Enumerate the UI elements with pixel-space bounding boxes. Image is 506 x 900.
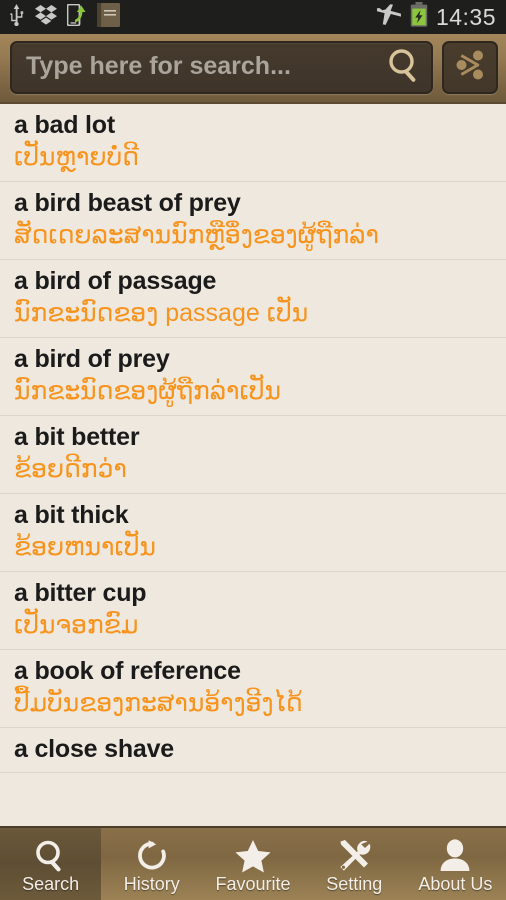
entry-translation: ເປັນຫຼາຍບໍ່ດີ	[14, 143, 139, 171]
entry-term: a bit better	[14, 423, 140, 451]
status-bar-left-icons	[8, 2, 120, 32]
status-bar-right-icons: 14:35	[376, 2, 496, 32]
search-field-container[interactable]	[10, 41, 433, 94]
search-input[interactable]	[12, 52, 431, 83]
entry-translation: ສັດເດຍລະສານນົກຫຼືອຶ່ງຂອງຜູ້ຖືກລ່າ	[14, 221, 379, 249]
tab-label: Search	[22, 874, 80, 894]
tab-label: History	[123, 874, 180, 894]
tab-favourite[interactable]: Favourite	[202, 828, 303, 900]
status-bar: 14:35	[0, 0, 506, 34]
entry-translation: ເປັນຈອກຂົມ	[14, 611, 139, 639]
star-icon	[234, 835, 272, 873]
tools-icon	[337, 835, 371, 873]
magnifier-icon[interactable]	[387, 47, 421, 88]
entry-translation: ນົກຂະນົດຂອງຜູ້ຖືກລ່າເປັນ	[14, 377, 281, 405]
search-toolbar	[0, 34, 506, 104]
list-item[interactable]: a bad lot ເປັນຫຼາຍບໍ່ດີ	[0, 104, 506, 182]
tab-setting[interactable]: Setting	[304, 828, 405, 900]
dictionary-entry-list[interactable]: a bad lot ເປັນຫຼາຍບໍ່ດີ a bird beast of …	[0, 104, 506, 826]
history-refresh-icon	[135, 835, 169, 873]
search-icon	[34, 835, 68, 873]
entry-translation: ປື້ມບັນຂອງກະສານອ້າງອີງໄດ້	[14, 689, 303, 717]
entry-term: a bird of prey	[14, 345, 170, 373]
tab-label: About Us	[418, 874, 493, 894]
entry-term: a bitter cup	[14, 579, 147, 607]
list-item[interactable]: a bit better ຂ້ອຍດີກວ່າ	[0, 416, 506, 494]
entry-term: a bird beast of prey	[14, 189, 241, 217]
entry-translation: ຂ້ອຍຫນາເປັນ	[14, 533, 156, 561]
battery-charging-icon	[410, 2, 428, 32]
app-root: 14:35 Type here for search... a bad lot …	[0, 0, 506, 900]
tab-history[interactable]: History	[101, 828, 202, 900]
list-item[interactable]: a bit thick ຂ້ອຍຫນາເປັນ	[0, 494, 506, 572]
list-item[interactable]: a bitter cup ເປັນຈອກຂົມ	[0, 572, 506, 650]
entry-term: a bit thick	[14, 501, 129, 529]
bottom-tab-bar: Search History Favourite Setting About U…	[0, 826, 506, 900]
entry-term: a book of reference	[14, 657, 241, 685]
share-button[interactable]	[442, 41, 498, 94]
tab-label: Favourite	[215, 874, 291, 894]
entry-term: a bird of passage	[14, 267, 217, 295]
tab-search[interactable]: Search	[0, 828, 102, 900]
dictionary-book-icon	[97, 2, 120, 32]
dropbox-icon	[35, 4, 57, 30]
usb-icon	[8, 3, 25, 31]
tab-label: Setting	[326, 874, 383, 894]
list-item[interactable]: a book of reference ປື້ມບັນຂອງກະສານອ້າງອ…	[0, 650, 506, 728]
airplane-mode-icon	[376, 3, 402, 32]
list-item[interactable]: a close shave	[0, 728, 506, 773]
entry-translation: ນົກຂະນົດຂອງ passage ເປັນ	[14, 299, 309, 327]
share-icon	[455, 50, 485, 85]
entry-translation: ຂ້ອຍດີກວ່າ	[14, 455, 127, 483]
list-item[interactable]: a bird of passage ນົກຂະນົດຂອງ passage ເປ…	[0, 260, 506, 338]
entry-term: a close shave	[14, 735, 175, 763]
status-bar-clock: 14:35	[435, 3, 496, 30]
entry-term: a bad lot	[14, 111, 115, 139]
person-icon	[439, 835, 471, 873]
list-item[interactable]: a bird beast of prey ສັດເດຍລະສານນົກຫຼືອຶ…	[0, 182, 506, 260]
tab-about-us[interactable]: About Us	[405, 828, 506, 900]
phone-upload-icon	[66, 3, 87, 31]
list-item[interactable]: a bird of prey ນົກຂະນົດຂອງຜູ້ຖືກລ່າເປັນ	[0, 338, 506, 416]
